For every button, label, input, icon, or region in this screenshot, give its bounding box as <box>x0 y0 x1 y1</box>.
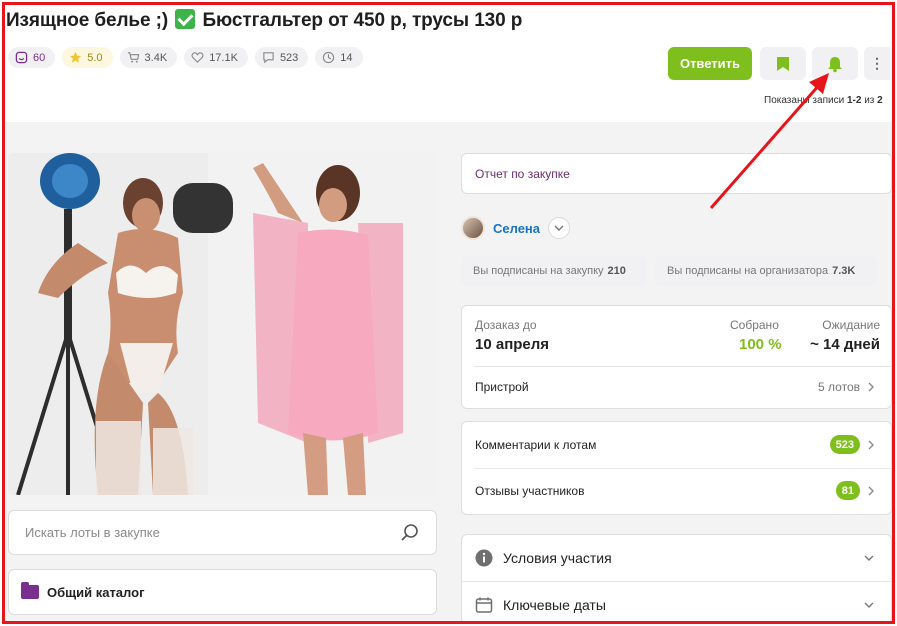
stat-value: 60 <box>33 51 46 64</box>
participation-conditions-toggle[interactable]: Условия участия <box>462 535 891 580</box>
subscribed-purchase-badge[interactable]: Вы подписаны на закупку 210 <box>461 256 647 286</box>
bookmark-button[interactable] <box>760 47 806 80</box>
stats-bar: 60 5.0 3.4K 17.1K 523 14 <box>8 47 363 68</box>
collected-label: Собрано <box>730 318 779 332</box>
subscribed-purchase-count: 210 <box>607 265 626 277</box>
chevron-right-icon <box>868 486 874 495</box>
lot-comments-right[interactable]: 523 <box>829 435 874 454</box>
search-placeholder: Искать лоты в закупке <box>25 525 160 540</box>
chevron-down-icon <box>864 602 874 608</box>
records-shown-text: Показаны записи 1-2 из 2 <box>764 95 883 106</box>
chevron-down-icon <box>864 555 874 561</box>
product-photo[interactable] <box>8 153 437 495</box>
divider <box>474 366 891 367</box>
records-shown-range: 1-2 <box>846 95 862 106</box>
subscribed-organizer-count: 7.3K <box>832 265 856 277</box>
purchase-report-link[interactable]: Отчет по закупке <box>461 153 892 194</box>
check-mark-icon <box>175 9 196 29</box>
more-options-button[interactable]: ⋮ <box>864 47 890 80</box>
collected-value: 100 % <box>739 336 782 353</box>
dozakaz-value: 10 апреля <box>475 336 550 353</box>
purchase-info-card: Дозаказ до 10 апреля Собрано 100 % Ожида… <box>461 305 892 409</box>
stat-rating[interactable]: 5.0 <box>62 47 113 68</box>
records-shown-total: 2 <box>877 95 883 106</box>
stat-value: 3.4K <box>144 51 168 64</box>
title-text-part-1: Изящное белье ;) <box>6 10 169 31</box>
subscribed-purchase-label: Вы подписаны на закупку <box>473 265 604 277</box>
chevron-down-icon <box>554 225 564 231</box>
lot-comments-count-badge: 523 <box>829 435 860 454</box>
heart-face-icon <box>15 51 28 64</box>
records-shown-prefix: Показаны записи <box>764 95 845 106</box>
waiting-value: ~ 14 дней <box>810 336 880 353</box>
stat-value: 17.1K <box>209 51 238 64</box>
stat-comments[interactable]: 523 <box>254 47 309 68</box>
key-dates-toggle[interactable]: Ключевые даты <box>462 582 891 626</box>
stat-likes[interactable]: 17.1K <box>184 47 248 68</box>
folder-icon <box>21 582 39 599</box>
divider <box>474 468 891 469</box>
bookmark-icon <box>777 56 789 71</box>
stat-orders[interactable]: 3.4K <box>119 47 178 68</box>
search-icon[interactable] <box>400 523 420 543</box>
stat-value: 14 <box>340 51 353 64</box>
pristroy-count: 5 лотов <box>818 380 860 394</box>
stat-value: 5.0 <box>87 51 103 64</box>
organizer-name[interactable]: Селена <box>493 221 540 236</box>
catalog-label: Общий каталог <box>47 584 145 600</box>
title-text-part-2: Бюстгальтер от 450 р, трусы 130 р <box>202 10 523 31</box>
reply-button[interactable]: Ответить <box>668 47 752 80</box>
heart-icon <box>191 52 204 63</box>
subscribed-organizer-badge[interactable]: Вы подписаны на организатора 7.3K <box>655 256 877 286</box>
report-label: Отчет по закупке <box>475 166 570 181</box>
waiting-label: Ожидание <box>822 318 880 332</box>
comment-icon <box>263 52 274 64</box>
pristroy-row-right[interactable]: 5 лотов <box>818 380 874 394</box>
stat-value: 523 <box>279 51 299 64</box>
cart-icon <box>127 52 139 63</box>
key-dates-label: Ключевые даты <box>503 596 606 613</box>
records-shown-mid: из <box>864 95 875 106</box>
stat-time[interactable]: 14 <box>315 47 363 68</box>
star-icon <box>70 51 82 63</box>
subscribe-bell-button[interactable] <box>812 47 858 80</box>
subscribed-organizer-label: Вы подписаны на организатора <box>667 265 829 277</box>
organizer-block: Селена <box>461 216 571 240</box>
calendar-icon <box>475 597 493 613</box>
lingerie-photo-illustration <box>8 153 437 495</box>
organizer-dropdown-button[interactable] <box>548 217 571 239</box>
avatar[interactable] <box>461 216 485 240</box>
info-icon <box>475 549 493 566</box>
general-catalog-link[interactable]: Общий каталог <box>8 569 437 615</box>
pristroy-label[interactable]: Пристрой <box>475 380 529 394</box>
reviews-count-badge: 81 <box>835 481 860 500</box>
chevron-right-icon <box>868 440 874 449</box>
accordion-card: Условия участия Ключевые даты <box>461 534 892 624</box>
bell-icon <box>828 56 842 72</box>
clock-icon <box>323 51 335 64</box>
dozakaz-label: Дозаказ до <box>475 318 537 332</box>
lot-search-field[interactable]: Искать лоты в закупке <box>8 510 437 555</box>
participant-reviews-right[interactable]: 81 <box>835 481 874 500</box>
stat-favorites[interactable]: 60 <box>8 47 56 68</box>
participation-conditions-label: Условия участия <box>503 549 612 566</box>
chevron-right-icon <box>868 382 874 392</box>
comments-card: Комментарии к лотам 523 Отзывы участнико… <box>461 421 892 515</box>
page-title: Изящное белье ;) Бюстгальтер от 450 р, т… <box>6 9 522 32</box>
lot-comments-link[interactable]: Комментарии к лотам <box>475 438 596 452</box>
participant-reviews-link[interactable]: Отзывы участников <box>475 484 584 498</box>
